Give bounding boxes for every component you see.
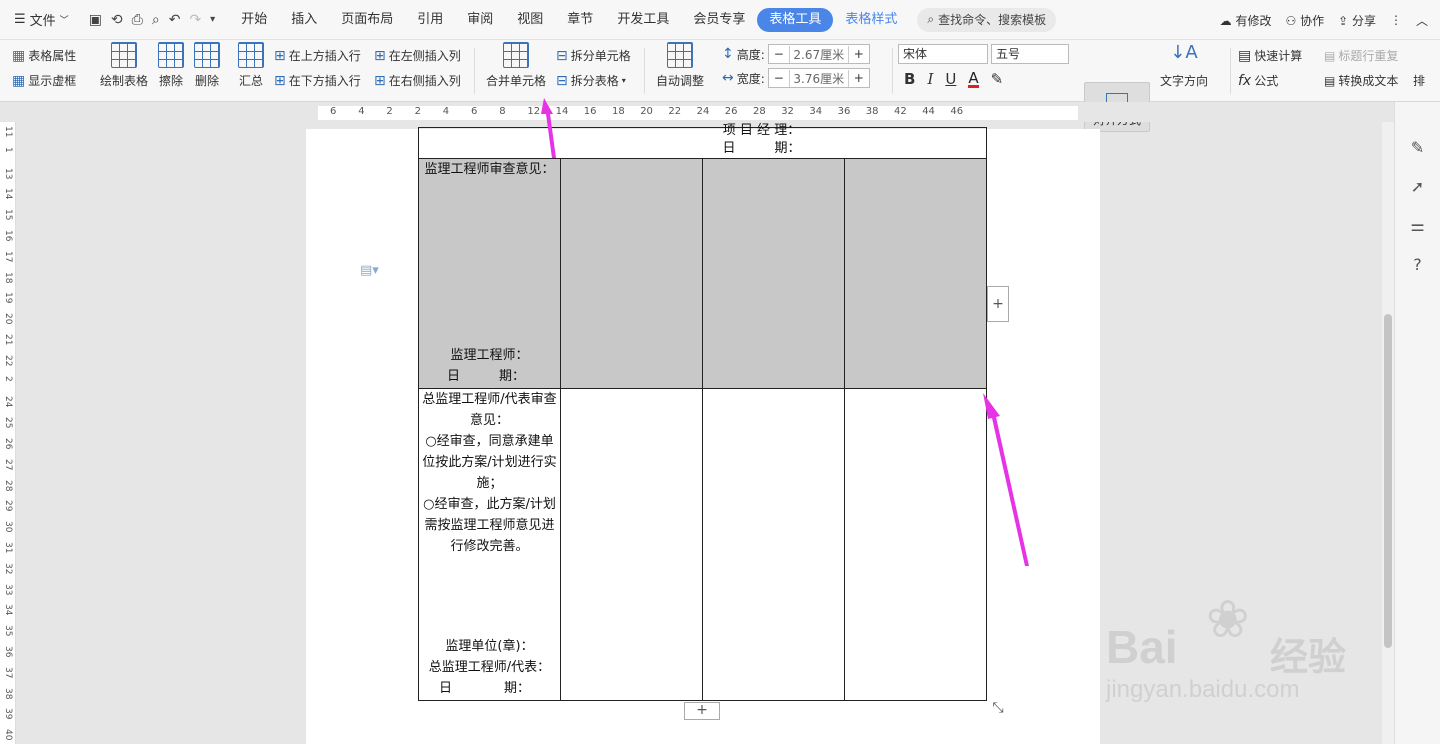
annotation-arrow-merge	[541, 98, 556, 158]
annotation-arrows	[541, 98, 1029, 566]
annotation-arrow-table	[983, 393, 1029, 566]
